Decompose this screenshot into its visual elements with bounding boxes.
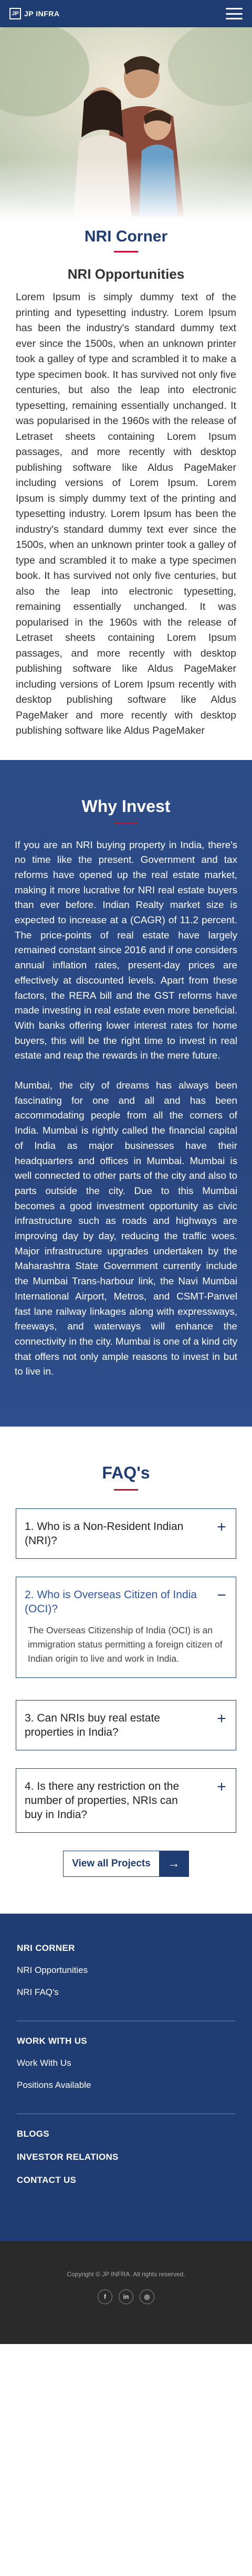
site-footer: NRI CORNER NRI Opportunities NRI FAQ's W…: [0, 1914, 252, 2242]
faq-question: 4. Is there any restriction on the numbe…: [25, 1780, 180, 1821]
footer-link-blogs[interactable]: BLOGS: [17, 2129, 235, 2139]
footer-heading-nri[interactable]: NRI CORNER: [17, 1943, 235, 1954]
faq-question-toggle[interactable]: 3. Can NRIs buy real estate properties i…: [16, 1701, 236, 1750]
why-invest-section: Why Invest If you are an NRI buying prop…: [0, 759, 252, 1427]
hamburger-line: [226, 13, 243, 15]
hero-fade: [0, 157, 252, 220]
faq-item: 2. Who is Overseas Citizen of India (OCI…: [16, 1577, 236, 1678]
nri-corner-section: NRI Corner NRI Opportunities Lorem Ipsum…: [0, 220, 252, 760]
why-invest-paragraph: If you are an NRI buying property in Ind…: [15, 839, 237, 1061]
page-title: NRI Corner: [84, 228, 168, 245]
footer-link-nri-opportunities[interactable]: NRI Opportunities: [17, 1965, 235, 1976]
section-subtitle: NRI Opportunities: [67, 266, 185, 282]
faq-question: 1. Who is a Non-Resident Indian (NRI)?: [25, 1521, 184, 1547]
instagram-icon[interactable]: ◎: [140, 2289, 154, 2305]
faq-question-toggle[interactable]: 1. Who is a Non-Resident Indian (NRI)? +: [16, 1509, 236, 1558]
social-links: f in ◎: [0, 2289, 252, 2305]
footer-group-work: WORK WITH US Work With Us Positions Avai…: [17, 2036, 235, 2115]
title-underline: [114, 822, 138, 824]
hamburger-line: [226, 18, 243, 19]
faq-section: FAQ's 1. Who is a Non-Resident Indian (N…: [0, 1427, 252, 1914]
faq-question: 2. Who is Overseas Citizen of India (OCI…: [25, 1589, 197, 1616]
minus-icon[interactable]: −: [215, 1588, 228, 1603]
hamburger-line: [226, 8, 243, 9]
title-underline: [114, 251, 138, 252]
faq-question-toggle[interactable]: 2. Who is Overseas Citizen of India (OCI…: [16, 1577, 236, 1623]
site-header: JP JP INFRA: [0, 0, 252, 27]
view-all-wrapper: View all Projects →: [16, 1851, 236, 1877]
faq-title: FAQ's: [102, 1463, 150, 1483]
why-invest-title: Why Invest: [81, 796, 171, 816]
faq-question: 3. Can NRIs buy real estate properties i…: [25, 1712, 160, 1739]
site-logo[interactable]: JP JP INFRA: [9, 8, 60, 19]
footer-link-investor-relations[interactable]: INVESTOR RELATIONS: [17, 2152, 235, 2162]
footer-group-nri: NRI CORNER NRI Opportunities NRI FAQ's: [17, 1943, 235, 2022]
footer-heading-work[interactable]: WORK WITH US: [17, 2036, 235, 2046]
hero-image: [0, 27, 252, 220]
nri-opportunities-text: Lorem Ipsum is simply dummy text of the …: [16, 291, 236, 736]
copyright-text: Copyright © JP INFRA. All rights reserve…: [67, 2271, 185, 2278]
footer-link-work-with-us[interactable]: Work With Us: [17, 2058, 235, 2068]
view-all-label: View all Projects: [72, 1858, 151, 1870]
view-all-projects-button[interactable]: View all Projects →: [63, 1851, 189, 1877]
logo-mark: JP: [9, 8, 21, 19]
footer-link-nri-faqs[interactable]: NRI FAQ's: [17, 1987, 235, 1998]
arrow-right-icon: →: [159, 1851, 188, 1877]
logo-text: JP INFRA: [24, 9, 60, 18]
faq-answer: The Overseas Citizenship of India (OCI) …: [28, 1625, 223, 1664]
title-underline: [114, 1489, 138, 1491]
sub-footer: Copyright © JP INFRA. All rights reserve…: [0, 2241, 252, 2345]
faq-item: 3. Can NRIs buy real estate properties i…: [16, 1700, 236, 1751]
facebook-icon[interactable]: f: [98, 2289, 112, 2305]
faq-question-toggle[interactable]: 4. Is there any restriction on the numbe…: [16, 1769, 236, 1832]
footer-link-positions[interactable]: Positions Available: [17, 2080, 235, 2091]
plus-icon[interactable]: +: [215, 1519, 228, 1535]
plus-icon[interactable]: +: [215, 1779, 228, 1795]
faq-item: 1. Who is a Non-Resident Indian (NRI)? +: [16, 1508, 236, 1559]
hamburger-menu-icon[interactable]: [226, 8, 243, 19]
linkedin-icon[interactable]: in: [119, 2289, 133, 2305]
footer-group-misc: BLOGS INVESTOR RELATIONS CONTACT US: [17, 2129, 235, 2210]
footer-link-contact-us[interactable]: CONTACT US: [17, 2175, 235, 2186]
plus-icon[interactable]: +: [215, 1711, 228, 1727]
why-invest-paragraph: Mumbai, the city of dreams has always be…: [15, 1080, 237, 1377]
faq-item: 4. Is there any restriction on the numbe…: [16, 1768, 236, 1833]
